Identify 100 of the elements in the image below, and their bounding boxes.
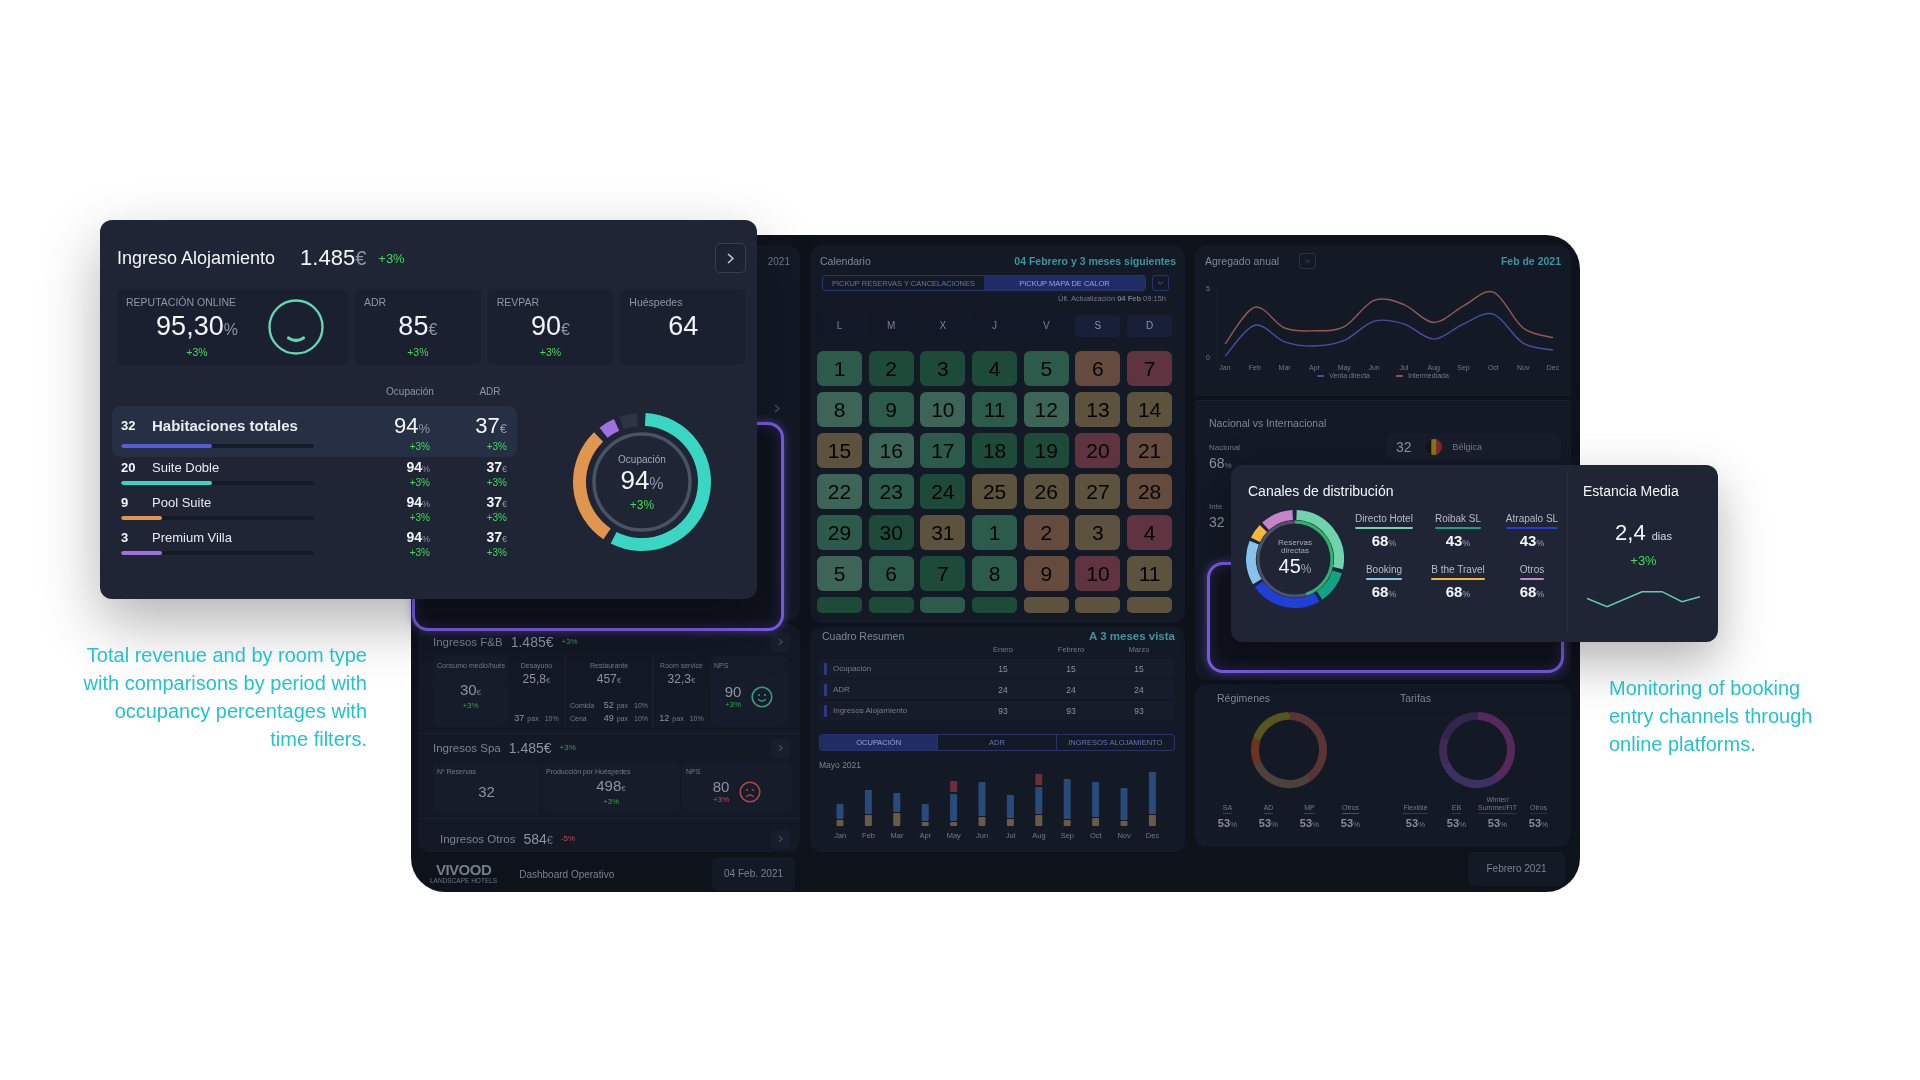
calendar-day[interactable]: [1023, 597, 1069, 613]
room-row[interactable]: 32 Habitaciones totales 94% +3% 37€ +3%: [112, 406, 517, 457]
smiley-icon: [268, 299, 324, 355]
calendar-day[interactable]: 23: [868, 474, 914, 509]
calendar-day[interactable]: 4: [972, 351, 1018, 386]
calendar-day[interactable]: 20: [1075, 433, 1121, 468]
occupancy-value: 94%: [393, 414, 430, 440]
column-header: Ocupación: [385, 385, 435, 399]
calendar-day[interactable]: 6: [1075, 351, 1121, 386]
donut-label: Reservas directas: [1277, 538, 1313, 555]
calendar-day[interactable]: 1: [817, 351, 862, 386]
room-row[interactable]: 9 Pool Suite 94% +3% 37€ +3%: [112, 494, 517, 527]
calendar-day[interactable]: 12: [1023, 392, 1069, 427]
calendar-day[interactable]: 24: [920, 474, 966, 509]
calendar-day[interactable]: 10: [920, 392, 966, 427]
calendar-day[interactable]: 8: [972, 556, 1018, 591]
calendar-day[interactable]: 27: [1075, 474, 1121, 509]
calendar-day[interactable]: 26: [1023, 474, 1069, 509]
calendar-day[interactable]: 19: [1023, 433, 1069, 468]
calendar-day[interactable]: 15: [817, 433, 862, 468]
calendar-day[interactable]: [868, 597, 914, 613]
calendar-day[interactable]: [1075, 597, 1121, 613]
calendar-day[interactable]: 2: [868, 351, 914, 386]
share-value: 53%: [1258, 817, 1279, 829]
calendar-day[interactable]: 11: [1127, 556, 1173, 591]
panel-title: Cuadro Resumen: [822, 630, 905, 642]
calendar-day[interactable]: 4: [1127, 515, 1173, 550]
section-title: Ingresos Otros: [440, 833, 516, 845]
room-count: 3: [121, 529, 130, 545]
channel-name: B the Travel: [1431, 564, 1485, 576]
dashboard-title: Dashboard Operativo: [519, 868, 615, 880]
row-marker-icon: [824, 662, 827, 675]
panel-date: 2021: [767, 256, 790, 268]
chevron-right-icon: [778, 835, 783, 843]
room-row[interactable]: 3 Premium Villa 94% +3% 37€ +3%: [112, 529, 517, 562]
metric-value: 90: [724, 683, 742, 700]
calendar-day[interactable]: 7: [1127, 351, 1173, 386]
calendar-day[interactable]: 18: [972, 433, 1018, 468]
calendar-day[interactable]: [1127, 597, 1173, 613]
section-title: Ingresos Spa: [433, 742, 501, 754]
calendar-day[interactable]: 28: [1127, 474, 1173, 509]
amount-value: 1.485€: [300, 245, 367, 271]
table-cell-text: 15: [1133, 663, 1145, 674]
change-value: +3%: [724, 699, 742, 710]
dropdown-button[interactable]: [1152, 275, 1169, 291]
change-value: +3%: [409, 477, 430, 488]
calendar-day[interactable]: 14: [1127, 392, 1173, 427]
calendar-day[interactable]: 6: [868, 556, 914, 591]
expand-button[interactable]: [771, 738, 790, 758]
channel-share: 43%: [1519, 532, 1545, 551]
calendar-day[interactable]: 9: [868, 392, 914, 427]
change-value: +3%: [409, 441, 430, 452]
chevron-right-icon[interactable]: [774, 404, 780, 413]
kpi-label: REPUTACIÓN ONLINE: [126, 296, 238, 309]
date-range: Feb de 2021: [1500, 255, 1561, 267]
chevron-right-icon: [778, 744, 783, 752]
country-count: 32: [1396, 438, 1412, 455]
next-button[interactable]: [715, 243, 746, 273]
calendar-day[interactable]: [920, 597, 966, 613]
calendar-day[interactable]: 13: [1075, 392, 1121, 427]
calendar-day[interactable]: [972, 597, 1018, 613]
calendar-day[interactable]: 1: [972, 515, 1018, 550]
table-cell-text: 93: [1065, 705, 1077, 716]
calendar-day[interactable]: 31: [920, 515, 966, 550]
calendar-day[interactable]: 11: [972, 392, 1018, 427]
calendar-day[interactable]: 9: [1023, 556, 1069, 591]
calendar-day[interactable]: 17: [920, 433, 966, 468]
table-cell-text: 93: [997, 705, 1009, 716]
calendar-day[interactable]: 2: [1023, 515, 1069, 550]
panel-title: Calendario: [820, 255, 871, 267]
calendar-day[interactable]: 21: [1127, 433, 1173, 468]
calendar-day[interactable]: 5: [817, 556, 862, 591]
calendar-day[interactable]: 3: [1075, 515, 1121, 550]
calendar-day[interactable]: 5: [1023, 351, 1069, 386]
change-value: +3%: [409, 547, 430, 558]
calendar-day[interactable]: 8: [817, 392, 862, 427]
change-value: +3%: [629, 497, 655, 512]
calendar-day[interactable]: 3: [920, 351, 966, 386]
panel-title: Régimenes: [1216, 692, 1271, 704]
kpi-value: 64: [667, 311, 700, 341]
change-value: -5%: [560, 834, 576, 844]
calendar-day[interactable]: 7: [920, 556, 966, 591]
room-row[interactable]: 20 Suite Doble 94% +3% 37€ +3%: [112, 459, 517, 492]
expand-button[interactable]: [771, 632, 790, 652]
panel-title: Tarifas: [1399, 692, 1431, 704]
calendar-day[interactable]: 22: [817, 474, 862, 509]
calendar-day[interactable]: [817, 597, 862, 613]
calendar-day[interactable]: 16: [868, 433, 914, 468]
calendar-day[interactable]: 25: [972, 474, 1018, 509]
dropdown-button[interactable]: [1299, 253, 1317, 269]
chevron-down-icon: [1304, 259, 1312, 263]
table-cell-text: 24: [1065, 684, 1077, 695]
calendar-day[interactable]: 29: [817, 515, 862, 550]
group-label: Nacional: [1209, 443, 1241, 452]
calendar-day[interactable]: 30: [868, 515, 914, 550]
calendar-day[interactable]: 10: [1075, 556, 1121, 591]
room-name: Pool Suite: [152, 494, 212, 510]
row-marker-icon: [824, 683, 827, 696]
expand-button[interactable]: [771, 829, 790, 849]
change-value: +3%: [561, 637, 578, 647]
